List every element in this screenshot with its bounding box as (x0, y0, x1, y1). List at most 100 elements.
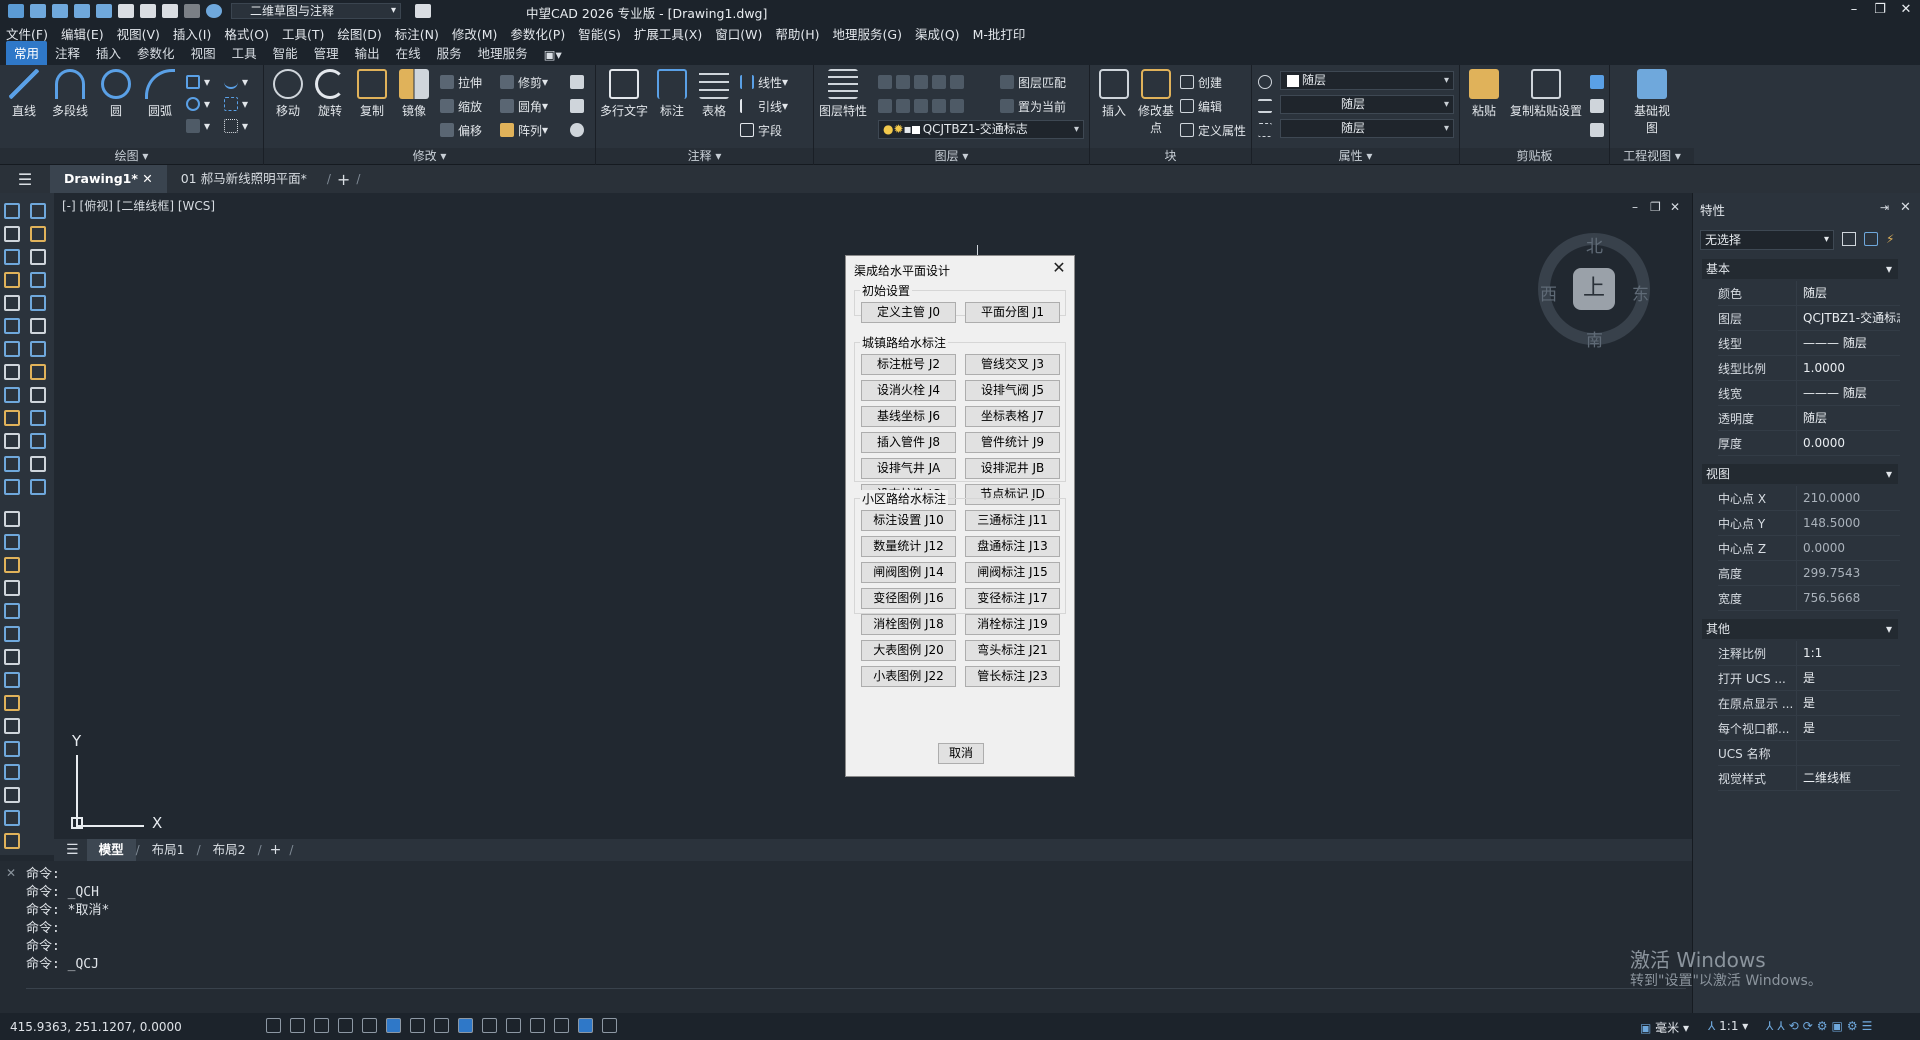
status-toggle-icon[interactable] (506, 1018, 521, 1033)
tool-icon[interactable] (30, 410, 46, 426)
viewport-controls[interactable]: [-] [俯视] [二维线框] [WCS] (62, 197, 215, 214)
trim-tool[interactable]: 修剪 ▾ (500, 73, 548, 91)
spline-icon[interactable]: ▾ (224, 73, 248, 91)
edit-block-tool[interactable]: 编辑 (1180, 97, 1222, 115)
dialog-command-button[interactable]: 坐标表格 J7 (965, 406, 1060, 427)
copy-clip-icon[interactable] (1590, 97, 1608, 115)
ribbon-options-icon[interactable]: ▣▾ (536, 45, 570, 65)
props-value[interactable]: 1:1 (1796, 640, 1900, 666)
tool-icon[interactable] (30, 456, 46, 472)
compass-south[interactable]: 南 (1586, 326, 1603, 351)
dialog-command-button[interactable]: 管线交叉 J3 (965, 354, 1060, 375)
move-tool[interactable]: 移动 (268, 69, 308, 119)
status-toggle-icon[interactable] (266, 1018, 281, 1033)
units-select[interactable]: ▣ 毫米 ▾ (1640, 1019, 1689, 1036)
status-toggle-icon[interactable] (338, 1018, 353, 1033)
save-as-icon[interactable] (96, 4, 112, 18)
array-tool[interactable]: 阵列 ▾ (500, 121, 548, 139)
menu-item[interactable]: 绘图(D) (337, 24, 381, 43)
modify-basepoint-tool[interactable]: 修改基点 (1136, 69, 1176, 136)
dialog-command-button[interactable]: 插入管件 J8 (861, 432, 956, 453)
erase-icon[interactable] (570, 73, 588, 91)
layout-tab-model[interactable]: 模型 (86, 839, 136, 861)
props-row[interactable]: UCS 名称 (1718, 740, 1900, 766)
dialog-command-button[interactable]: 大表图例 J20 (861, 640, 956, 661)
tool-icon[interactable] (30, 433, 46, 449)
explode-icon[interactable] (570, 121, 588, 139)
menu-item[interactable]: 视图(V) (117, 24, 160, 43)
close-tab-icon[interactable]: ✕ (142, 171, 152, 186)
props-value[interactable]: 210.0000 (1796, 485, 1900, 511)
doctab-drawing1[interactable]: Drawing1* ✕ (50, 165, 167, 193)
dialog-command-button[interactable]: 变径图例 J16 (861, 588, 956, 609)
linetype-select[interactable]: 随层 (1280, 95, 1454, 114)
menu-item[interactable]: 插入(I) (173, 24, 211, 43)
new-file-icon[interactable] (30, 4, 46, 18)
props-row[interactable]: 透明度 随层 (1718, 405, 1900, 431)
props-value[interactable]: ——— 随层 (1796, 330, 1900, 356)
status-toggle-icon[interactable] (290, 1018, 305, 1033)
tool-icon[interactable] (30, 479, 46, 495)
props-row[interactable]: 视觉样式 二维线框 (1718, 765, 1900, 791)
menu-item[interactable]: 编辑(E) (61, 24, 104, 43)
selection-select[interactable]: 无选择 ▾ (1700, 230, 1834, 250)
props-row[interactable]: 颜色 随层 (1718, 280, 1900, 306)
layer-properties-tool[interactable]: 图层特性 (818, 69, 868, 119)
match-icon[interactable] (1590, 121, 1608, 139)
layer-tools-row1[interactable] (878, 73, 968, 91)
circle-tool[interactable]: 圆 (96, 69, 136, 119)
dialog-command-button[interactable]: 盘通标注 J13 (965, 536, 1060, 557)
save-icon[interactable] (74, 4, 90, 18)
layout-tab-1[interactable]: 布局1 (140, 839, 197, 861)
minimize-icon[interactable]: – (1844, 2, 1864, 18)
menu-item[interactable]: 智能(S) (578, 24, 621, 43)
open-file-icon[interactable] (52, 4, 68, 18)
props-value[interactable] (1796, 740, 1900, 766)
undo-icon[interactable] (162, 4, 178, 18)
viewport-minimize-icon[interactable]: – (1632, 200, 1638, 214)
props-value[interactable]: 是 (1796, 715, 1900, 741)
status-toggle-icon[interactable] (578, 1018, 593, 1033)
compass-north[interactable]: 北 (1586, 232, 1603, 257)
define-attribute-tool[interactable]: 定义属性 (1180, 121, 1246, 139)
props-value[interactable]: 756.5668 (1796, 585, 1900, 611)
tool-icon[interactable] (4, 626, 20, 642)
polyline-tool[interactable]: 多段线 (50, 69, 90, 119)
point-icon[interactable]: ▾ (224, 95, 248, 113)
menu-item[interactable]: 窗口(W) (715, 24, 762, 43)
layer-tools-row2[interactable] (878, 97, 968, 115)
status-toggle-icon[interactable] (554, 1018, 569, 1033)
layout-menu-icon[interactable]: ☰ (66, 842, 79, 858)
menu-item[interactable]: 帮助(H) (775, 24, 819, 43)
dialog-command-button[interactable]: 变径标注 J17 (965, 588, 1060, 609)
tool-icon[interactable] (4, 833, 20, 849)
tool-icon[interactable] (4, 456, 20, 472)
dialog-command-button[interactable]: 小表图例 J22 (861, 666, 956, 687)
menu-item[interactable]: 地理服务(G) (833, 24, 902, 43)
menu-item[interactable]: M-批打印 (973, 24, 1026, 43)
table-tool[interactable]: 表格 (694, 69, 734, 119)
tool-icon[interactable] (4, 203, 20, 219)
lineweight-icon[interactable] (1258, 121, 1276, 139)
lineweight-select[interactable]: 随层 (1280, 119, 1454, 138)
props-row[interactable]: 线型比例 1.0000 (1718, 355, 1900, 381)
menu-item[interactable]: 渠成(Q) (915, 24, 960, 43)
props-row[interactable]: 图层 QCJTBZ1-交通标志 (1718, 305, 1900, 331)
command-close-icon[interactable]: ✕ (6, 866, 16, 880)
tool-icon[interactable] (30, 272, 46, 288)
create-block-tool[interactable]: 创建 (1180, 73, 1222, 91)
props-row[interactable]: 注释比例 1:1 (1718, 640, 1900, 666)
quick-select-icon[interactable]: ⚡ (1886, 232, 1900, 246)
tool-icon[interactable] (4, 764, 20, 780)
dialog-command-button[interactable]: 标注设置 J10 (861, 510, 956, 531)
ribbon-tab[interactable]: 参数化 (129, 41, 183, 65)
offset-tool[interactable]: 偏移 (440, 121, 482, 139)
add-layout-icon[interactable]: + (270, 842, 282, 858)
status-toggle-icon[interactable] (410, 1018, 425, 1033)
new-tab-icon[interactable]: + (337, 170, 350, 189)
command-input[interactable] (26, 988, 1686, 1008)
menu-item[interactable]: 扩展工具(X) (634, 24, 702, 43)
dialog-command-button[interactable]: 设排气井 JA (861, 458, 956, 479)
match-props-icon[interactable] (1258, 73, 1276, 91)
linetype-icon[interactable] (1258, 97, 1276, 115)
